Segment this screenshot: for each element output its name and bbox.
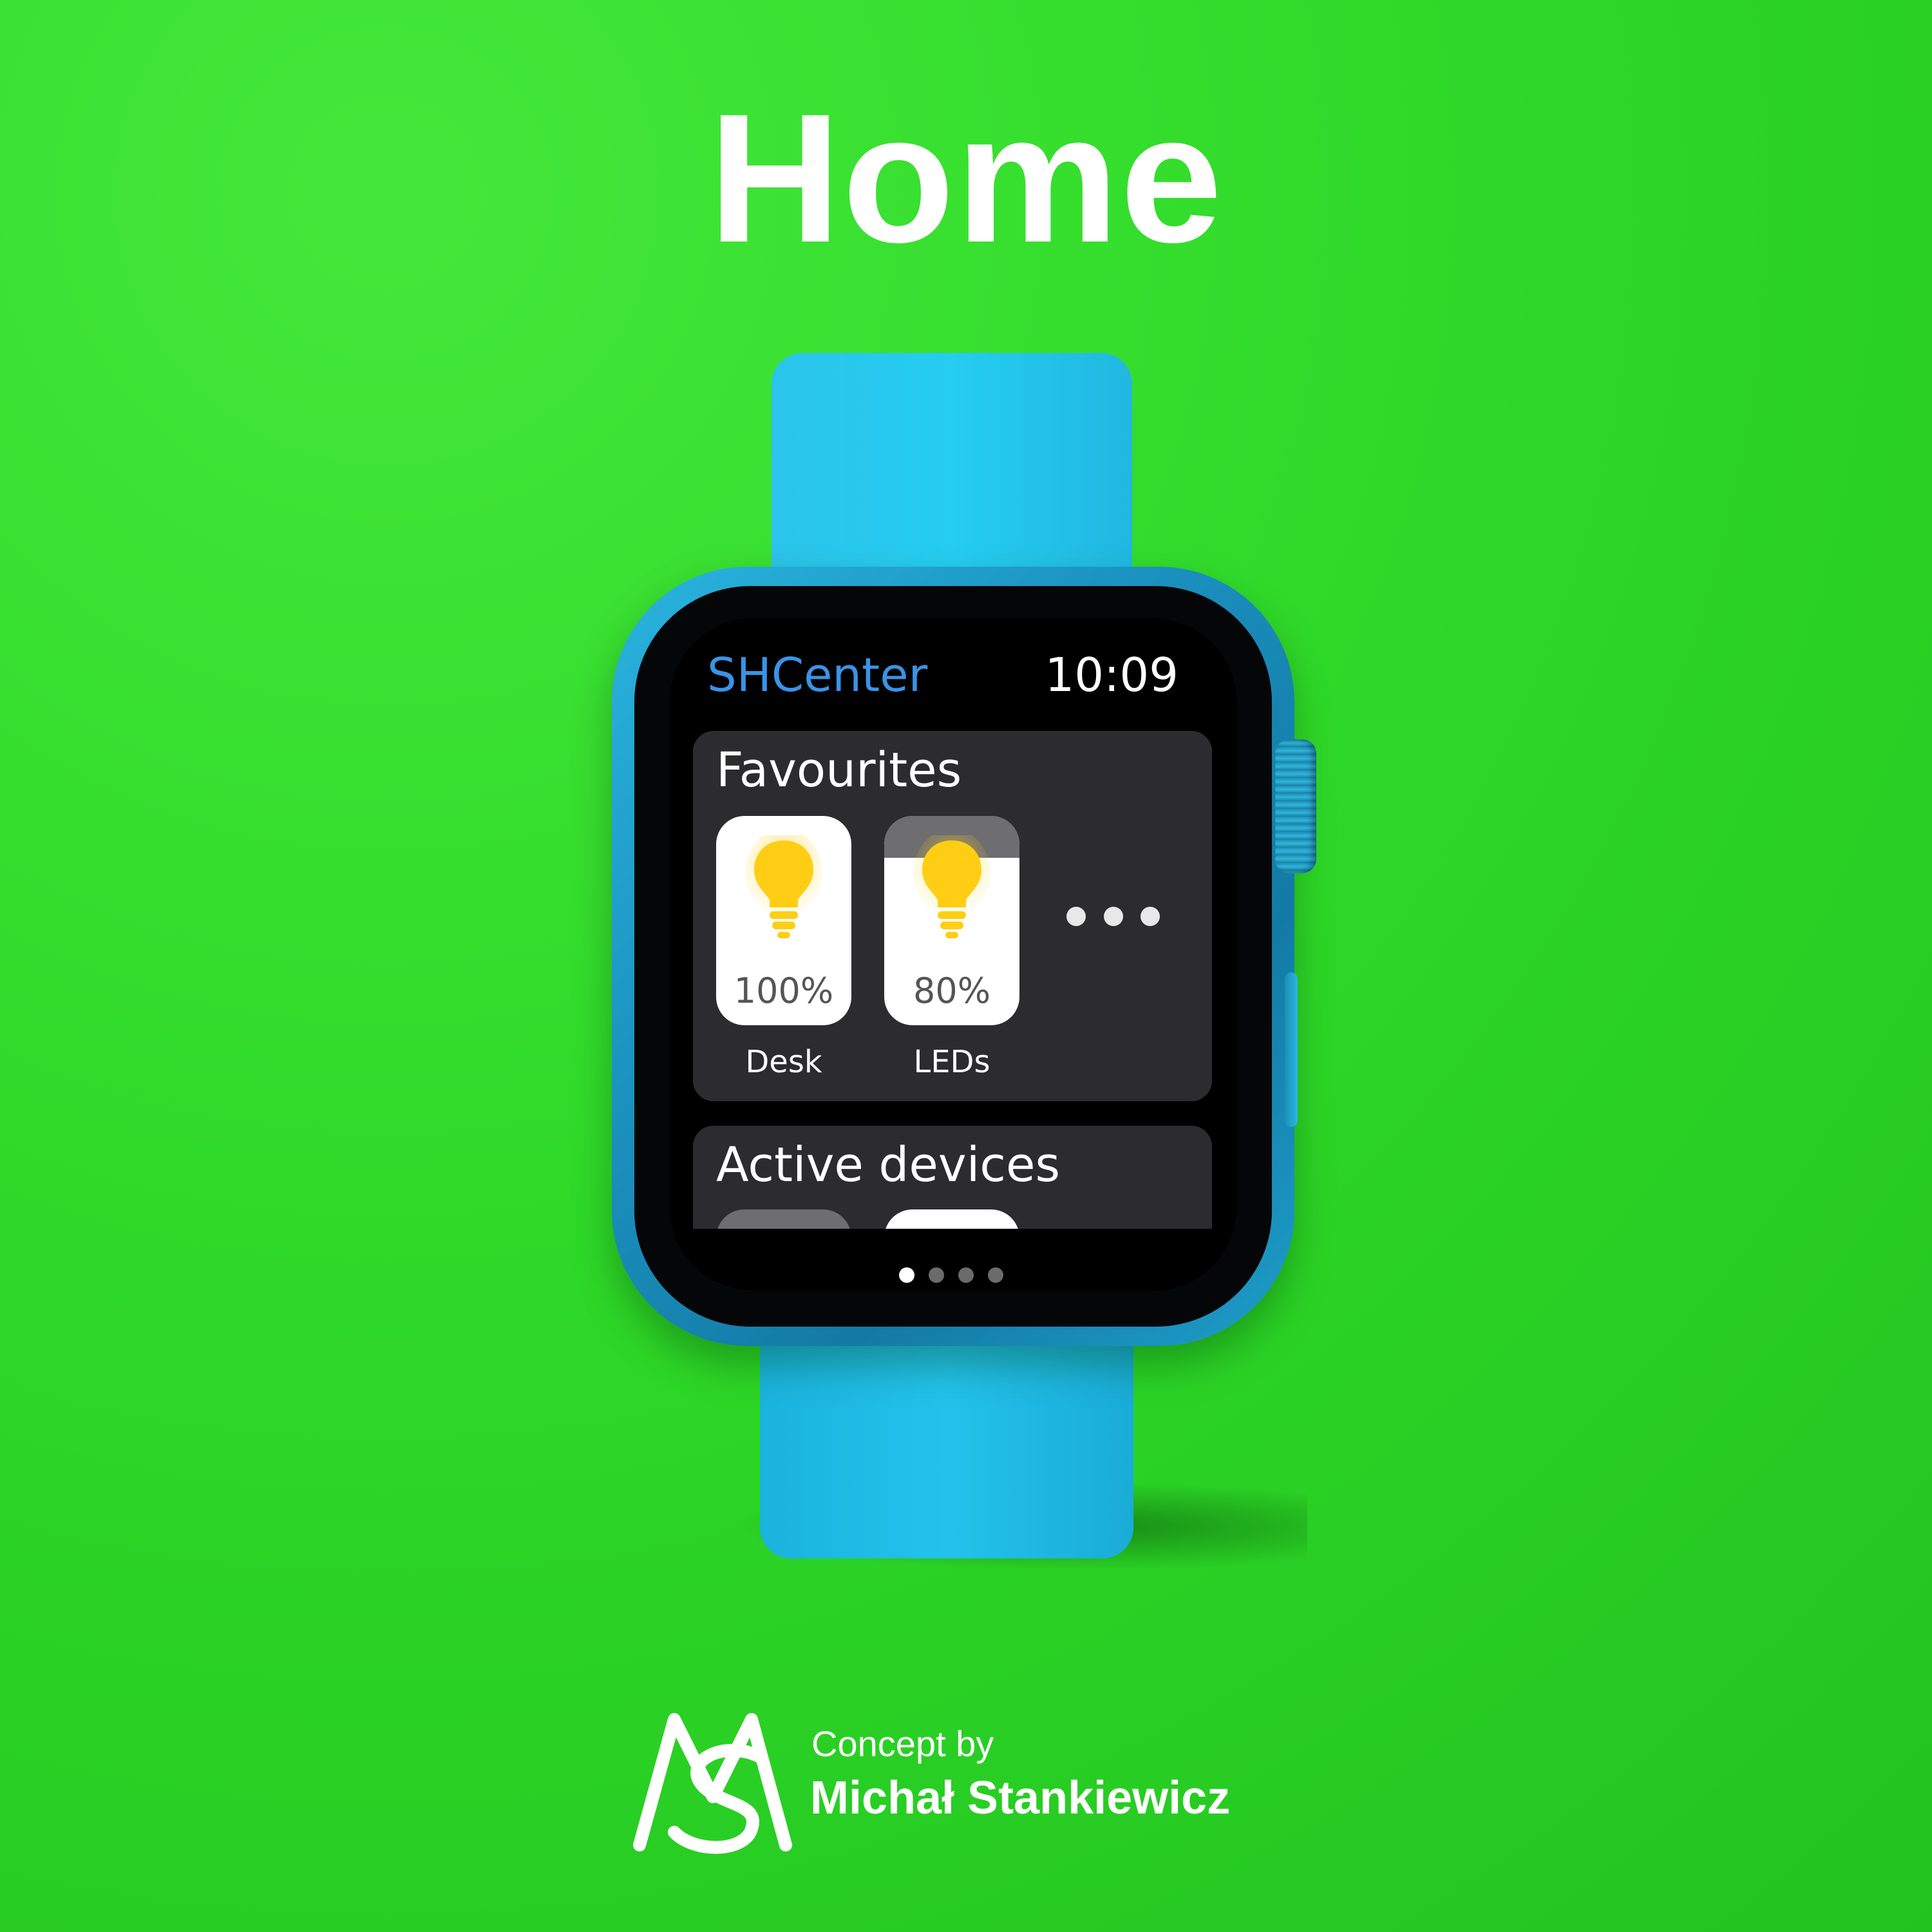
brightness-value: 100%: [734, 971, 834, 1011]
ellipsis-dot: [1066, 907, 1086, 926]
page-dot-active: [899, 1267, 914, 1283]
page-dot: [958, 1267, 974, 1283]
ellipsis-dot: [1103, 907, 1123, 926]
brightness-value: 80%: [913, 971, 991, 1011]
lightbulb-icon: [913, 835, 990, 938]
page-dot: [929, 1267, 944, 1283]
page-dot: [988, 1267, 1003, 1283]
ellipsis-icon[interactable]: [1066, 904, 1160, 929]
favourites-title: Favourites: [716, 743, 962, 798]
device-label-leds: LEDs: [913, 1044, 990, 1080]
ellipsis-dot: [1141, 907, 1160, 926]
app-title[interactable]: SHCenter: [707, 652, 927, 698]
watch-screen: SHCenter 10:09 Favourites 100% Desk 80% …: [670, 618, 1236, 1291]
active-devices-title: Active devices: [716, 1137, 1061, 1193]
device-tile-leds[interactable]: 80%: [884, 816, 1019, 1025]
side-button[interactable]: [1285, 972, 1298, 1127]
device-label-desk: Desk: [745, 1044, 822, 1080]
clock: 10:09: [1045, 648, 1179, 702]
credit-prefix: Concept by: [811, 1723, 994, 1764]
digital-crown[interactable]: [1275, 739, 1316, 873]
lightbulb-icon: [745, 835, 822, 938]
device-tile-desk[interactable]: 100%: [716, 816, 851, 1025]
poster-headline: Home: [708, 76, 1224, 281]
credit-author: Michał Stankiewicz: [810, 1772, 1231, 1824]
author-logo: [633, 1713, 792, 1854]
favourites-panel: Favourites 100% Desk 80% LEDs: [693, 731, 1212, 1101]
page-indicator: [899, 1267, 1003, 1283]
